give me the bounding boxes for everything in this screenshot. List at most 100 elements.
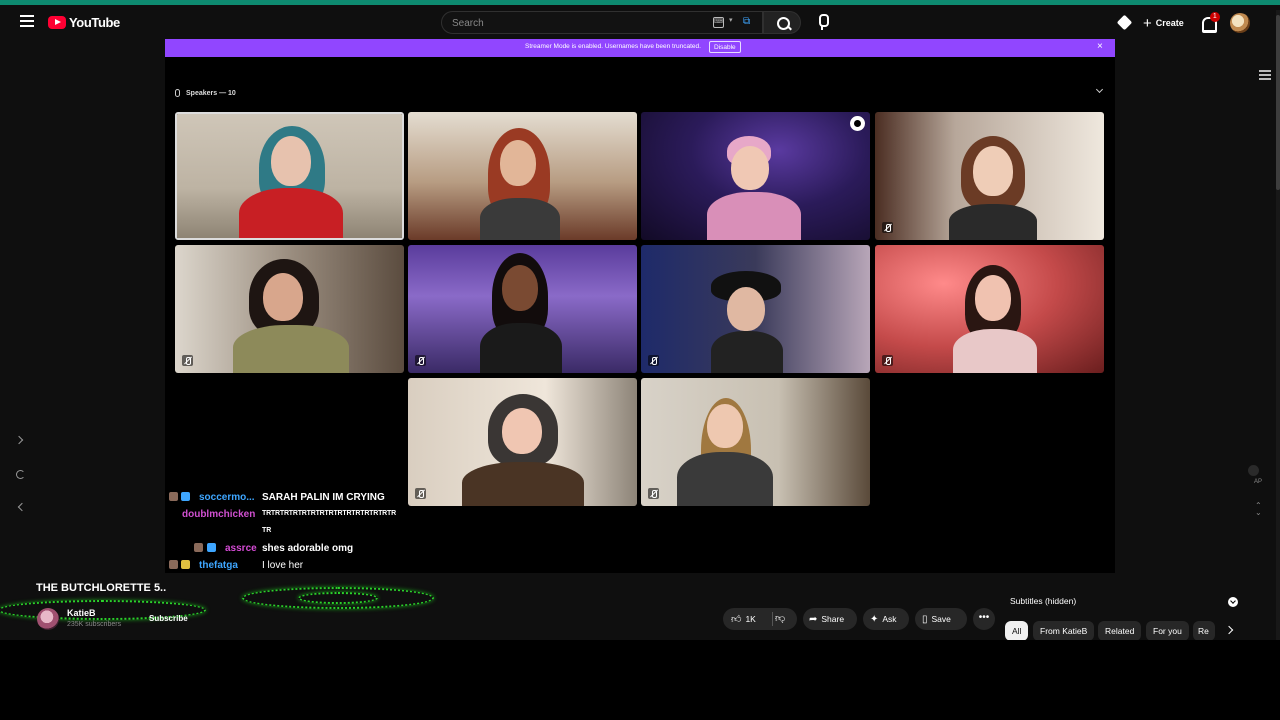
chevron-left-icon[interactable] xyxy=(16,504,24,512)
rail-label: AP xyxy=(1254,479,1263,485)
close-icon[interactable]: × xyxy=(1097,41,1103,52)
ask-label: Ask xyxy=(882,614,897,624)
chevron-right-icon[interactable] xyxy=(1225,625,1235,635)
participant-face xyxy=(975,275,1011,321)
scrollbar-thumb[interactable] xyxy=(1276,15,1280,190)
subscriber-count: 235K subscribers xyxy=(67,621,122,628)
save-label: Save xyxy=(931,614,951,624)
chip-from-channel[interactable]: From KatieB xyxy=(1033,621,1095,641)
channel-avatar[interactable] xyxy=(37,608,59,630)
chevron-down-icon[interactable]: ▾ xyxy=(729,16,733,24)
youtube-app: YouTube ⌨ ▾ ⧉ + Create 1 Streamer Mode i… xyxy=(0,5,1280,641)
share-label: Share xyxy=(821,614,845,624)
bookmark-icon: ▯ xyxy=(922,613,928,625)
menu-icon[interactable] xyxy=(1259,70,1271,80)
chat-username[interactable]: doublmchicken xyxy=(182,509,255,520)
user-avatar xyxy=(194,543,203,552)
chip-for-you[interactable]: For you xyxy=(1146,621,1189,641)
chevron-right-icon[interactable] xyxy=(16,437,24,445)
chat-text: shes adorable omg xyxy=(262,543,354,554)
create-button[interactable]: + Create xyxy=(1143,16,1184,31)
more-actions-button[interactable]: ••• xyxy=(973,608,995,630)
youtube-play-icon xyxy=(48,15,66,29)
speaker-tile[interactable] xyxy=(641,378,870,506)
speaker-tile[interactable] xyxy=(641,112,870,240)
speaker-tile[interactable] xyxy=(408,378,637,506)
speaker-tile[interactable] xyxy=(175,245,404,373)
muted-mic-icon xyxy=(882,355,893,366)
user-avatar xyxy=(169,492,178,501)
scroll-arrows-icon[interactable]: ⌃ ⌄ xyxy=(1255,502,1262,517)
chip-all[interactable]: All xyxy=(1005,621,1029,641)
chat-username[interactable]: assrce xyxy=(225,543,257,554)
save-button[interactable]: ▯ Save xyxy=(915,608,967,630)
video-title: THE BUTCHLORETTE 5.. xyxy=(36,582,167,594)
participant-body xyxy=(677,452,773,506)
keyboard-icon[interactable]: ⌨ xyxy=(713,17,724,28)
search-input[interactable] xyxy=(452,15,702,31)
participant-body xyxy=(711,331,783,373)
casting-icon[interactable] xyxy=(1115,13,1135,33)
speakers-label: Speakers — 10 xyxy=(186,89,236,97)
twitch-badge-icon xyxy=(181,492,190,501)
chevron-down-icon[interactable] xyxy=(1096,87,1104,95)
chat-username[interactable]: soccermo... xyxy=(199,492,255,503)
chip-related[interactable]: Related xyxy=(1098,621,1142,641)
chat-overlay: soccermo... SARAH PALIN IM CRYING doublm… xyxy=(167,489,417,574)
speaker-tile[interactable] xyxy=(641,245,870,373)
speaker-tile[interactable] xyxy=(408,245,637,373)
participant-face xyxy=(502,408,542,454)
status-dot-icon xyxy=(1248,465,1259,476)
participant-face xyxy=(271,136,311,186)
logo-text: YouTube xyxy=(69,14,120,30)
participant-face xyxy=(731,146,769,190)
speaker-tile[interactable] xyxy=(875,245,1104,373)
shield-badge-icon xyxy=(181,560,190,569)
participant-body xyxy=(480,198,560,240)
account-avatar[interactable] xyxy=(1229,13,1250,33)
speaker-tile[interactable] xyxy=(875,112,1104,240)
speakers-header: Speakers — 10 xyxy=(175,89,236,97)
search-box: ⌨ ▾ ⧉ xyxy=(441,11,763,34)
muted-mic-icon xyxy=(648,355,659,366)
plus-icon: + xyxy=(1143,14,1152,32)
chat-text: TRTRTRTRTRTRTRTRTRTRTRTRTRTRTR xyxy=(262,510,396,517)
participant-body xyxy=(462,462,584,506)
translate-extension-icon[interactable]: ⧉ xyxy=(743,16,757,29)
participant-face xyxy=(727,287,765,331)
subtitles-status[interactable]: Subtitles (hidden) xyxy=(1010,596,1076,606)
muted-mic-icon xyxy=(415,355,426,366)
ask-button[interactable]: ✦ Ask xyxy=(863,608,909,630)
refresh-icon[interactable] xyxy=(16,470,25,479)
voice-search-icon[interactable] xyxy=(812,12,832,32)
streamer-mode-text: Streamer Mode is enabled. Usernames have… xyxy=(525,43,701,50)
participant-body xyxy=(480,323,562,373)
notification-badge: 1 xyxy=(1209,12,1220,22)
chat-text-continued: TR xyxy=(262,527,272,534)
channel-name[interactable]: KatieB xyxy=(67,608,96,618)
thumbs-down-icon[interactable]: 👎︎ xyxy=(775,612,789,626)
participant-body xyxy=(239,188,343,238)
chat-text: I love her xyxy=(262,560,304,571)
chat-text: SARAH PALIN IM CRYING xyxy=(262,492,385,503)
speaker-tile[interactable] xyxy=(408,112,637,240)
search-button[interactable] xyxy=(763,11,801,34)
menu-icon[interactable] xyxy=(20,15,34,27)
speaker-tile[interactable] xyxy=(175,112,404,240)
notifications-icon[interactable]: 1 xyxy=(1198,12,1220,33)
tile-options-icon[interactable] xyxy=(850,116,865,131)
share-button[interactable]: ➦ Share xyxy=(803,608,857,630)
youtube-logo[interactable]: YouTube xyxy=(48,13,120,31)
chat-username[interactable]: thefatga xyxy=(199,560,238,571)
masthead: YouTube ⌨ ▾ ⧉ + Create 1 xyxy=(0,5,1280,39)
participant-face xyxy=(500,140,536,186)
chevron-down-icon[interactable] xyxy=(1228,597,1238,607)
chip-recent[interactable]: Re xyxy=(1193,621,1215,641)
subscribe-button[interactable]: Subscribe xyxy=(141,609,196,628)
muted-mic-icon xyxy=(882,222,893,233)
participant-body xyxy=(707,192,801,240)
disable-streamer-mode-button[interactable]: Disable xyxy=(709,41,741,53)
glitch-overlay xyxy=(298,592,378,604)
participant-face xyxy=(973,146,1013,196)
participant-body xyxy=(233,325,349,373)
